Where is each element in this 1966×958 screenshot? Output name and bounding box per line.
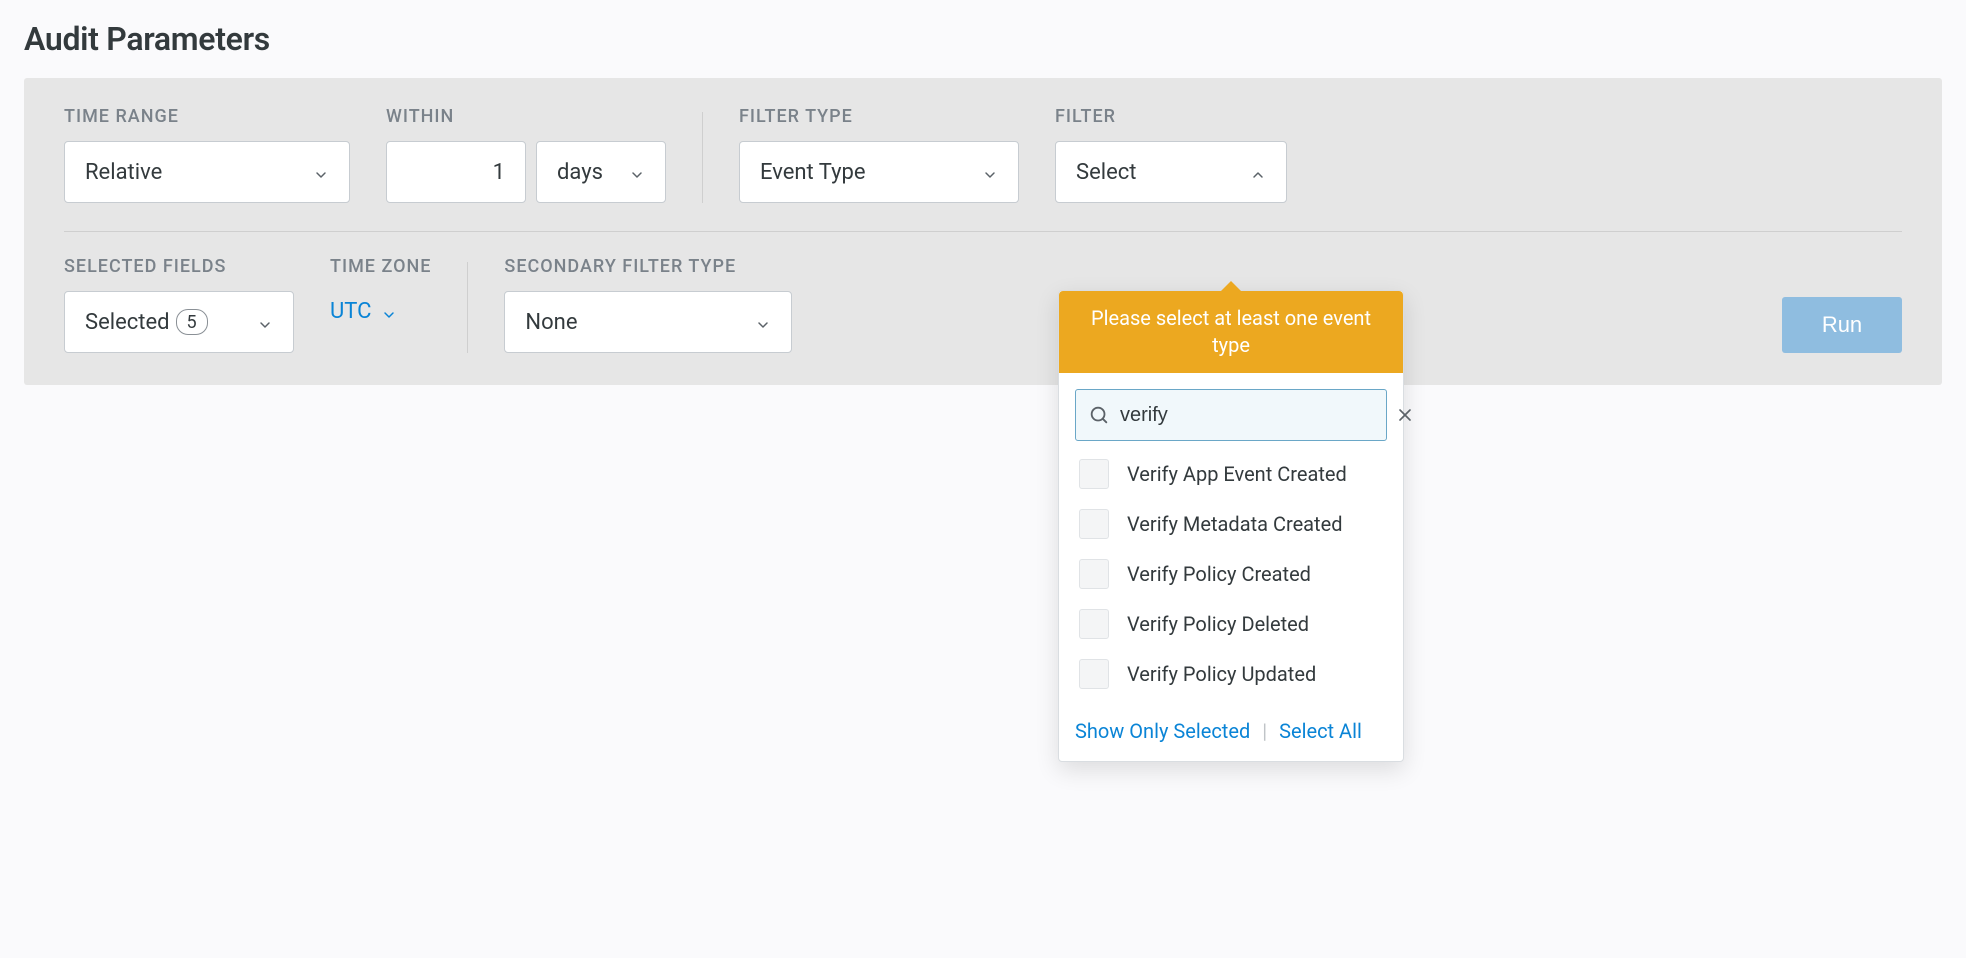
row-divider (64, 231, 1902, 232)
option-label: Verify App Event Created (1127, 462, 1347, 486)
popover-search-box[interactable] (1075, 389, 1387, 441)
filter-type-value: Event Type (760, 160, 866, 185)
chevron-up-icon (1250, 164, 1266, 180)
checkbox[interactable] (1079, 609, 1109, 639)
within-number-input[interactable]: 1 (386, 141, 526, 203)
clear-search-icon[interactable] (1395, 405, 1415, 425)
selected-fields-count-badge: 5 (176, 309, 208, 335)
time-range-group: TIME RANGE Relative (64, 106, 350, 203)
within-unit-value: days (557, 160, 603, 185)
filter-value: Select (1076, 160, 1136, 185)
event-type-option[interactable]: Verify App Event Created (1079, 459, 1383, 489)
time-range-label: TIME RANGE (64, 106, 350, 127)
secondary-filter-type-value: None (525, 310, 577, 335)
popover-arrow (1219, 281, 1243, 293)
selected-fields-select[interactable]: Selected 5 (64, 291, 294, 353)
footer-separator: | (1262, 719, 1267, 743)
page-title: Audit Parameters (24, 20, 1942, 58)
vertical-separator (702, 112, 703, 203)
filter-type-group: FILTER TYPE Event Type (739, 106, 1019, 203)
run-button[interactable]: Run (1782, 297, 1902, 353)
checkbox[interactable] (1079, 509, 1109, 539)
filter-type-label: FILTER TYPE (739, 106, 1019, 127)
time-zone-value: UTC (330, 299, 371, 324)
chevron-down-icon (257, 314, 273, 330)
filter-group: FILTER Select (1055, 106, 1287, 203)
popover-search-input[interactable] (1110, 404, 1395, 427)
popover-footer: Show Only Selected | Select All (1059, 705, 1403, 761)
within-group: WITHIN 1 days (386, 106, 666, 203)
checkbox[interactable] (1079, 459, 1109, 489)
vertical-separator (467, 262, 468, 353)
filter-select[interactable]: Select (1055, 141, 1287, 203)
option-label: Verify Policy Created (1127, 562, 1311, 586)
chevron-down-icon (982, 164, 998, 180)
audit-parameters-panel: TIME RANGE Relative WITHIN 1 days (24, 78, 1942, 385)
time-zone-select[interactable]: UTC (330, 291, 431, 324)
filter-type-select[interactable]: Event Type (739, 141, 1019, 203)
search-icon (1088, 404, 1110, 426)
parameters-row-2: SELECTED FIELDS Selected 5 TIME ZONE UTC (64, 256, 1902, 353)
selected-fields-group: SELECTED FIELDS Selected 5 (64, 256, 294, 353)
event-type-option[interactable]: Verify Policy Deleted (1079, 609, 1383, 639)
event-type-option[interactable]: Verify Policy Updated (1079, 659, 1383, 689)
time-zone-label: TIME ZONE (330, 256, 431, 277)
chevron-down-icon (755, 314, 771, 330)
chevron-down-icon (629, 164, 645, 180)
selected-fields-label: SELECTED FIELDS (64, 256, 294, 277)
show-only-selected-link[interactable]: Show Only Selected (1075, 719, 1250, 743)
secondary-filter-type-select[interactable]: None (504, 291, 792, 353)
popover-warning-banner: Please select at least one event type (1059, 291, 1403, 373)
time-zone-group: TIME ZONE UTC (330, 256, 431, 324)
event-type-option[interactable]: Verify Policy Created (1079, 559, 1383, 589)
within-label: WITHIN (386, 106, 666, 127)
secondary-filter-type-label: SECONDARY FILTER TYPE (504, 256, 792, 277)
time-range-value: Relative (85, 160, 162, 185)
filter-popover: Please select at least one event type Ve… (1058, 290, 1404, 762)
within-unit-select[interactable]: days (536, 141, 666, 203)
filter-label: FILTER (1055, 106, 1287, 127)
selected-fields-text: Selected (85, 310, 170, 335)
popover-option-list: Verify App Event Created Verify Metadata… (1075, 459, 1387, 689)
option-label: Verify Policy Updated (1127, 662, 1316, 686)
chevron-down-icon (313, 164, 329, 180)
select-all-link[interactable]: Select All (1279, 719, 1362, 743)
within-number-value: 1 (493, 160, 505, 185)
secondary-filter-type-group: SECONDARY FILTER TYPE None (504, 256, 792, 353)
event-type-option[interactable]: Verify Metadata Created (1079, 509, 1383, 539)
chevron-down-icon (381, 304, 397, 320)
run-button-wrap: Run (1782, 297, 1902, 353)
option-label: Verify Policy Deleted (1127, 612, 1309, 636)
parameters-row-1: TIME RANGE Relative WITHIN 1 days (64, 106, 1902, 203)
option-label: Verify Metadata Created (1127, 512, 1342, 536)
time-range-select[interactable]: Relative (64, 141, 350, 203)
checkbox[interactable] (1079, 659, 1109, 689)
checkbox[interactable] (1079, 559, 1109, 589)
